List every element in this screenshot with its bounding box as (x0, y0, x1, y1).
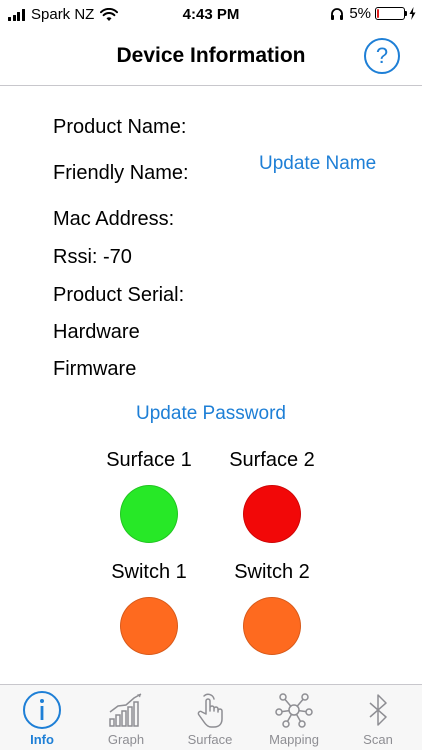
graph-icon (109, 693, 142, 727)
status-bar: Spark NZ 4:43 PM 5% (0, 0, 422, 30)
product-serial-label: Product Serial: (53, 284, 185, 306)
hardware-label: Hardware (53, 321, 140, 343)
battery-percent: 5% (349, 5, 371, 22)
tab-bar: Info Graph Surface Mapping Scan (0, 684, 422, 750)
charging-bolt-icon (409, 7, 416, 20)
battery-cap (405, 11, 407, 16)
battery-icon (375, 7, 407, 20)
bluetooth-icon (369, 694, 387, 726)
switch-2-label: Switch 2 (234, 561, 310, 583)
product-name-label: Product Name: (53, 116, 187, 138)
friendly-name-label: Friendly Name: (53, 162, 189, 184)
rssi-label: Rssi: -70 (53, 246, 132, 268)
switch-1-label: Switch 1 (111, 561, 187, 583)
tab-info-label: Info (30, 732, 54, 747)
firmware-label: Firmware (53, 358, 137, 380)
touch-icon (197, 693, 223, 728)
tab-surface[interactable]: Surface (168, 685, 252, 750)
surface-2-label: Surface 2 (229, 449, 315, 471)
tab-graph[interactable]: Graph (84, 685, 168, 750)
tab-info[interactable]: Info (0, 685, 84, 750)
surface-2-indicator (243, 485, 301, 543)
tab-mapping[interactable]: Mapping (252, 685, 336, 750)
mac-address-label: Mac Address: (53, 208, 175, 230)
switch-2-indicator (243, 597, 301, 655)
switch-1-indicator (120, 597, 178, 655)
network-icon (275, 693, 313, 728)
help-button[interactable]: ? (364, 38, 400, 74)
surface-1-label: Surface 1 (106, 449, 192, 471)
tab-scan-label: Scan (363, 732, 393, 747)
battery-fill (377, 9, 379, 18)
nav-bar: Device Information ? (0, 30, 422, 86)
device-information-screen: Spark NZ 4:43 PM 5% Device Information ?… (0, 0, 422, 750)
info-icon (23, 691, 61, 729)
status-right: 5% (330, 5, 416, 22)
update-password-button[interactable]: Update Password (0, 403, 422, 425)
tab-surface-label: Surface (187, 732, 233, 747)
surface-1-indicator (120, 485, 178, 543)
tab-graph-label: Graph (107, 732, 145, 747)
update-name-button[interactable]: Update Name (259, 153, 376, 175)
tab-mapping-label: Mapping (269, 732, 319, 747)
headphones-icon (331, 7, 344, 20)
page-title: Device Information (116, 44, 306, 67)
tab-scan[interactable]: Scan (336, 685, 420, 750)
